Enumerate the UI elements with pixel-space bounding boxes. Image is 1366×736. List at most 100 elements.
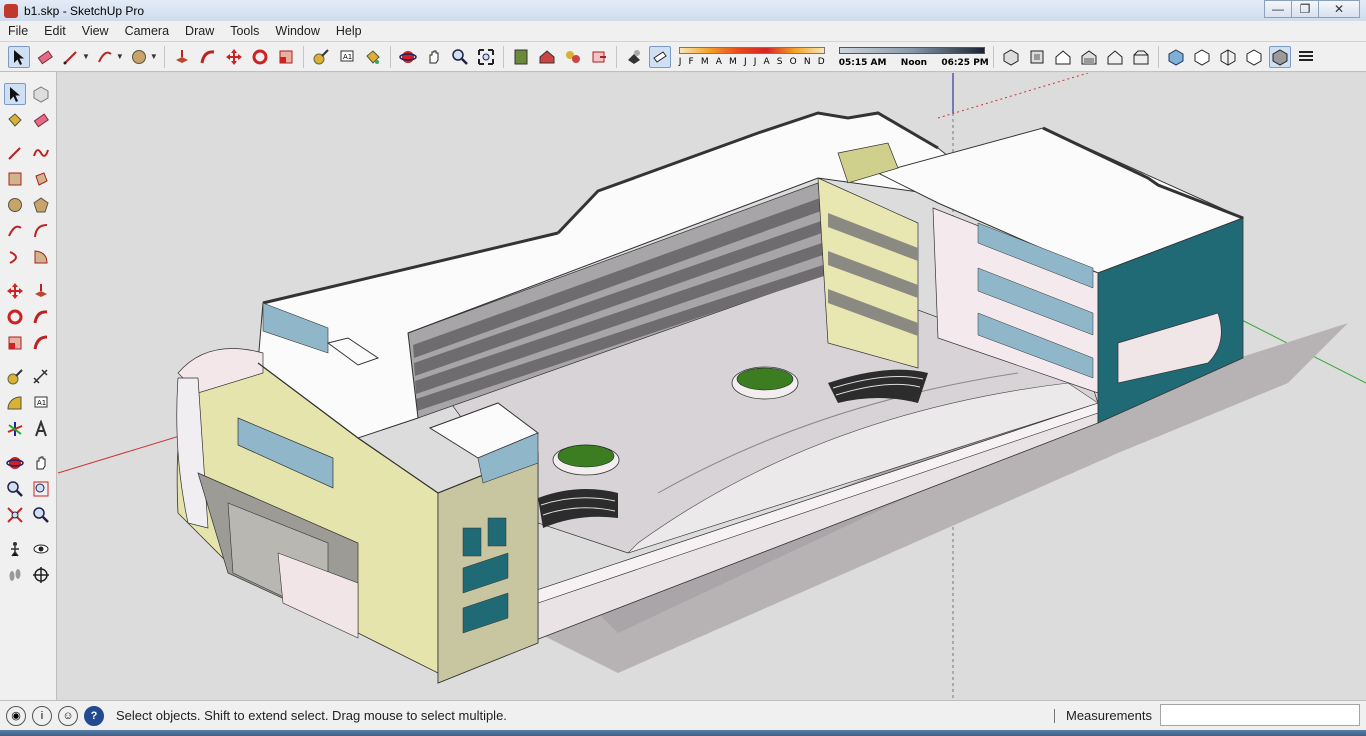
three-point-arc-icon[interactable]: [4, 246, 26, 268]
circle-tool-icon[interactable]: [128, 46, 150, 68]
front-view-icon[interactable]: [1052, 46, 1074, 68]
back-edges-style-icon[interactable]: [1191, 46, 1213, 68]
help-icon[interactable]: ?: [84, 705, 104, 726]
menu-window[interactable]: Window: [267, 24, 327, 38]
orbit-tool-icon[interactable]: [4, 452, 26, 474]
dimension-tool-icon[interactable]: [30, 366, 52, 388]
move-tool-icon[interactable]: [223, 46, 245, 68]
back-view-icon[interactable]: [1104, 46, 1126, 68]
top-view-icon[interactable]: [1026, 46, 1048, 68]
chevron-down-icon[interactable]: ▼: [150, 52, 158, 61]
left-view-icon[interactable]: [1130, 46, 1152, 68]
zoom-tool-icon[interactable]: [4, 478, 26, 500]
rotate-tool-icon[interactable]: [4, 306, 26, 328]
zoom-tool-icon[interactable]: [449, 46, 471, 68]
make-component-icon[interactable]: [30, 83, 52, 105]
zoom-extents-icon[interactable]: [475, 46, 497, 68]
shaded-textures-style-icon[interactable]: [1295, 46, 1317, 68]
xray-style-icon[interactable]: [1165, 46, 1187, 68]
freehand-tool-icon[interactable]: [30, 142, 52, 164]
push-pull-icon[interactable]: [171, 46, 193, 68]
time-slider-track[interactable]: [838, 46, 985, 54]
pie-tool-icon[interactable]: [30, 246, 52, 268]
walk-tool-icon[interactable]: [4, 564, 26, 586]
credits-icon[interactable]: i: [32, 705, 52, 726]
text-tool-icon[interactable]: A1: [30, 392, 52, 414]
rectangle-tool-icon[interactable]: [4, 168, 26, 190]
chevron-down-icon[interactable]: ▼: [82, 52, 90, 61]
follow-me-icon[interactable]: [197, 46, 219, 68]
select-tool-icon[interactable]: [8, 45, 30, 68]
fog-toggle-icon[interactable]: [648, 45, 671, 68]
select-tool-icon[interactable]: [4, 83, 26, 105]
pan-tool-icon[interactable]: [30, 452, 52, 474]
geo-location-icon[interactable]: ◉: [6, 705, 26, 726]
axes-tool-icon[interactable]: [4, 418, 26, 440]
eraser-tool-icon[interactable]: [30, 109, 52, 131]
iso-view-icon[interactable]: [1000, 46, 1022, 68]
shadows-toggle-icon[interactable]: [623, 46, 645, 68]
shadow-time-slider[interactable]: 05:15 AM Noon 06:25 PM: [838, 45, 989, 69]
warehouse-icon[interactable]: [536, 46, 558, 68]
tape-measure-icon[interactable]: [310, 46, 332, 68]
push-pull-icon[interactable]: [30, 280, 52, 302]
building-model-canvas[interactable]: [58, 73, 1366, 700]
wireframe-style-icon[interactable]: [1217, 46, 1239, 68]
pan-tool-icon[interactable]: [423, 46, 445, 68]
move-tool-icon[interactable]: [4, 280, 26, 302]
share-model-icon[interactable]: [588, 46, 610, 68]
menu-file[interactable]: File: [0, 24, 36, 38]
position-camera-icon[interactable]: [4, 538, 26, 560]
3d-text-icon[interactable]: [30, 418, 52, 440]
month-slider-track[interactable]: [678, 46, 825, 54]
components-icon[interactable]: [562, 46, 584, 68]
measurements-input[interactable]: [1160, 704, 1360, 726]
minimize-button[interactable]: —: [1264, 0, 1292, 18]
line-tool-icon[interactable]: [4, 142, 26, 164]
circle-tool-icon[interactable]: [4, 194, 26, 216]
chevron-down-icon[interactable]: ▼: [116, 52, 124, 61]
dimension-tool-icon[interactable]: A1: [336, 46, 358, 68]
menu-draw[interactable]: Draw: [177, 24, 222, 38]
close-button[interactable]: ✕: [1318, 0, 1360, 18]
model-viewport[interactable]: [58, 73, 1366, 700]
user-account-icon[interactable]: ☺: [58, 705, 78, 726]
menu-bar: File Edit View Camera Draw Tools Window …: [0, 21, 1366, 42]
zoom-extents-icon[interactable]: [4, 504, 26, 526]
shaded-style-icon[interactable]: [1268, 45, 1291, 68]
offset-tool-icon[interactable]: [30, 332, 52, 354]
tape-measure-icon[interactable]: [4, 366, 26, 388]
rotate-tool-icon[interactable]: [249, 46, 271, 68]
right-view-icon[interactable]: [1078, 46, 1100, 68]
arc-tool-icon[interactable]: [4, 220, 26, 242]
scale-tool-icon[interactable]: [4, 332, 26, 354]
menu-help[interactable]: Help: [328, 24, 370, 38]
hidden-line-style-icon[interactable]: [1243, 46, 1265, 68]
menu-camera[interactable]: Camera: [117, 24, 177, 38]
scale-tool-icon[interactable]: [275, 46, 297, 68]
menu-tools[interactable]: Tools: [222, 24, 267, 38]
polygon-tool-icon[interactable]: [30, 194, 52, 216]
shadow-date-slider[interactable]: J F M A M J J A S O N D: [678, 45, 829, 69]
line-tool-icon[interactable]: [60, 46, 82, 68]
section-plane-icon[interactable]: [30, 564, 52, 586]
orbit-tool-icon[interactable]: [397, 46, 419, 68]
svg-text:A1: A1: [343, 53, 352, 61]
rotated-rectangle-icon[interactable]: [30, 168, 52, 190]
paint-bucket-icon[interactable]: [362, 46, 384, 68]
follow-me-icon[interactable]: [30, 306, 52, 328]
eraser-tool-icon[interactable]: [34, 46, 56, 68]
arc-tool-icon[interactable]: [94, 46, 116, 68]
menu-view[interactable]: View: [74, 24, 117, 38]
menu-edit[interactable]: Edit: [36, 24, 74, 38]
previous-view-icon[interactable]: [510, 46, 532, 68]
restore-button[interactable]: ❐: [1291, 0, 1319, 18]
zoom-window-icon[interactable]: [30, 478, 52, 500]
toolbar-separator: [992, 45, 994, 68]
previous-view-icon[interactable]: [30, 504, 52, 526]
two-point-arc-icon[interactable]: [30, 220, 52, 242]
paint-bucket-icon[interactable]: [4, 109, 26, 131]
protractor-tool-icon[interactable]: [4, 392, 26, 414]
look-around-icon[interactable]: [30, 538, 52, 560]
status-divider: [1054, 709, 1055, 723]
